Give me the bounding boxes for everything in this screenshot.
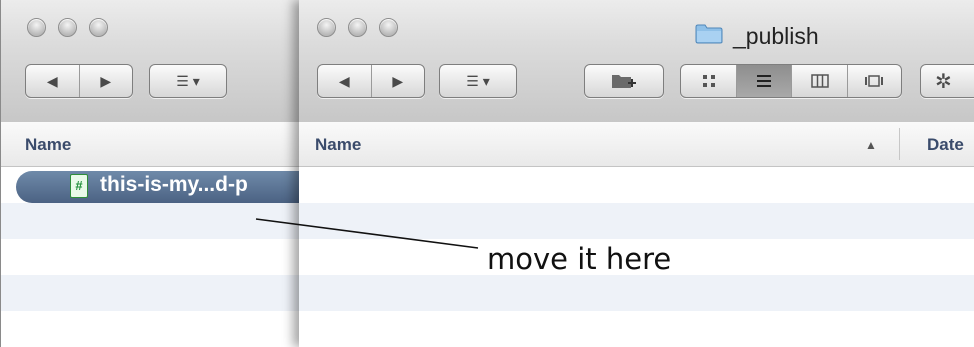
annotation-text: move it here bbox=[487, 242, 672, 276]
annotation-line bbox=[255, 218, 479, 249]
